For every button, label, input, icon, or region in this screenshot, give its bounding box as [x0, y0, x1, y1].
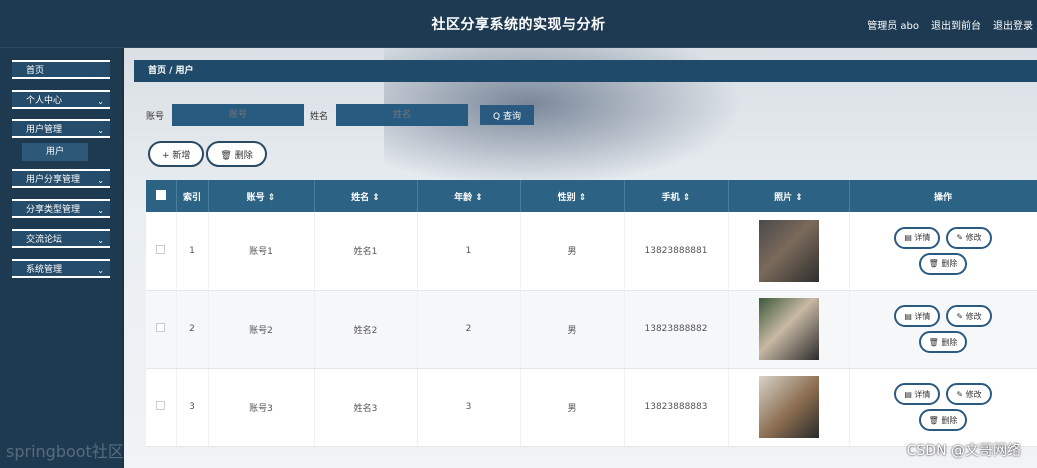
cell-phone: 13823888882 [624, 290, 729, 369]
sidebar-item-label: 用户管理 [26, 125, 63, 135]
sidebar-item-label: 个人中心 [26, 96, 63, 106]
bulk-delete-button[interactable]: 🗑 删除 [206, 141, 267, 167]
user-table: 索引 账号 ⇕ 姓名 ⇕ 年龄 ⇕ 性别 ⇕ 手机 ⇕ 照片 ⇕ 操作 1 账号… [146, 180, 1037, 447]
cell-gender: 男 [520, 212, 625, 291]
exit-to-frontend-link[interactable]: 退出到前台 [931, 17, 981, 32]
chevron-down-icon: ⌄ [97, 126, 104, 135]
column-header-age[interactable]: 年龄 ⇕ [417, 180, 521, 212]
edit-button[interactable]: ✎ 修改 [946, 226, 992, 249]
sidebar-item-label: 用户分享管理 [26, 175, 81, 185]
main-content: 首页 / 用户 账号 姓名 Q 查询 + 新增 🗑 删除 索引 账号 ⇕ 姓名 … [124, 48, 1037, 468]
sidebar-item-user-management[interactable]: 用户管理 ⌄ [12, 119, 110, 138]
table-header-row: 索引 账号 ⇕ 姓名 ⇕ 年龄 ⇕ 性别 ⇕ 手机 ⇕ 照片 ⇕ 操作 [146, 180, 1037, 212]
column-header-gender[interactable]: 性别 ⇕ [520, 180, 625, 212]
top-bar: 社区分享系统的实现与分析 管理员 abo 退出到前台 退出登录 [0, 0, 1037, 48]
cell-account: 账号1 [208, 212, 315, 291]
sidebar-item-forum[interactable]: 交流论坛 ⌄ [12, 229, 110, 248]
cell-index: 2 [176, 290, 209, 369]
sidebar-item-label: 分享类型管理 [26, 205, 81, 215]
sidebar-subitem-users[interactable]: 用户 [22, 143, 88, 161]
column-header-account[interactable]: 账号 ⇕ [208, 180, 315, 212]
chevron-down-icon: ⌄ [97, 97, 104, 106]
row-checkbox[interactable] [156, 323, 166, 332]
sidebar-item-profile[interactable]: 个人中心 ⌄ [12, 90, 110, 109]
sidebar: 首页 个人中心 ⌄ 用户管理 ⌄ 用户 用户分享管理 ⌄ 分享类型管理 ⌄ 交流… [0, 48, 122, 468]
detail-button[interactable]: ▤ 详情 [894, 226, 941, 249]
cell-name: 姓名2 [314, 290, 418, 369]
user-photo[interactable] [758, 376, 819, 438]
watermark-left: springboot社区 [6, 442, 124, 461]
table-row: 3 账号3 姓名3 3 男 13823888883 ▤ 详情 ✎ 修改 🗑 删除 [146, 368, 1037, 447]
sidebar-subitem-label: 用户 [45, 147, 64, 157]
sidebar-item-user-share-management[interactable]: 用户分享管理 ⌄ [12, 169, 110, 188]
delete-button[interactable]: 🗑 删除 [918, 409, 968, 431]
chevron-down-icon: ⌄ [97, 266, 104, 275]
detail-button[interactable]: ▤ 详情 [894, 383, 941, 405]
name-search-input[interactable] [336, 104, 469, 126]
table-row: 1 账号1 姓名1 1 男 13823888881 ▤ 详情 ✎ 修改 🗑 删除 [146, 212, 1037, 291]
edit-button[interactable]: ✎ 修改 [946, 305, 992, 327]
cell-index: 1 [176, 212, 209, 291]
cell-photo [728, 368, 850, 447]
sidebar-item-home[interactable]: 首页 [12, 60, 110, 79]
cell-age: 1 [417, 212, 521, 291]
cell-age: 3 [417, 368, 521, 447]
sidebar-item-label: 首页 [26, 66, 45, 76]
breadcrumb: 首页 / 用户 [134, 60, 1037, 82]
add-button[interactable]: + 新增 [148, 141, 205, 167]
cell-name: 姓名1 [314, 212, 418, 291]
select-all-header[interactable] [146, 180, 177, 212]
column-header-photo[interactable]: 照片 ⇕ [728, 180, 850, 212]
chevron-down-icon: ⌄ [97, 176, 104, 185]
cell-phone: 13823888881 [624, 212, 729, 291]
row-checkbox[interactable] [156, 401, 166, 410]
cell-phone: 13823888883 [624, 368, 729, 447]
account-search-input[interactable] [172, 104, 305, 126]
cell-account: 账号3 [208, 368, 315, 447]
search-button[interactable]: Q 查询 [480, 105, 535, 125]
cell-account: 账号2 [208, 290, 315, 369]
row-checkbox[interactable] [156, 244, 166, 254]
cell-photo [728, 212, 850, 291]
cell-actions: ▤ 详情 ✎ 修改 🗑 删除 [849, 368, 1037, 447]
column-header-phone[interactable]: 手机 ⇕ [624, 180, 729, 212]
sidebar-item-label: 系统管理 [26, 265, 63, 275]
cell-actions: ▤ 详情 ✎ 修改 🗑 删除 [849, 290, 1037, 369]
cell-index: 3 [176, 368, 209, 447]
chevron-down-icon: ⌄ [97, 236, 104, 245]
admin-label: 管理员 abo [867, 21, 919, 32]
user-photo[interactable] [758, 219, 819, 282]
user-photo[interactable] [758, 298, 819, 360]
column-header-index: 索引 [176, 180, 209, 212]
edit-button[interactable]: ✎ 修改 [946, 383, 992, 405]
cell-age: 2 [417, 290, 521, 369]
delete-button[interactable]: 🗑 删除 [918, 331, 968, 353]
column-header-actions: 操作 [849, 180, 1037, 212]
search-row: 账号 姓名 Q 查询 [146, 104, 535, 126]
sidebar-item-system-management[interactable]: 系统管理 ⌄ [12, 259, 110, 278]
logout-link[interactable]: 退出登录 [993, 17, 1033, 32]
watermark-right: CSDN @文哥网络 [906, 443, 1021, 459]
action-row: + 新增 🗑 删除 [148, 141, 267, 167]
account-label: 账号 [146, 111, 165, 122]
cell-actions: ▤ 详情 ✎ 修改 🗑 删除 [849, 212, 1037, 291]
sidebar-item-label: 交流论坛 [26, 235, 63, 245]
sidebar-item-share-type-management[interactable]: 分享类型管理 ⌄ [12, 199, 110, 218]
cell-gender: 男 [520, 368, 625, 447]
detail-button[interactable]: ▤ 详情 [894, 305, 941, 327]
table-row: 2 账号2 姓名2 2 男 13823888882 ▤ 详情 ✎ 修改 🗑 删除 [146, 290, 1037, 369]
chevron-down-icon: ⌄ [97, 206, 104, 215]
top-links: 管理员 abo 退出到前台 退出登录 [867, 17, 1033, 32]
cell-gender: 男 [520, 290, 625, 369]
name-label: 姓名 [310, 111, 329, 122]
select-all-checkbox[interactable] [155, 189, 166, 200]
column-header-name[interactable]: 姓名 ⇕ [314, 180, 418, 212]
cell-name: 姓名3 [314, 368, 418, 447]
delete-button[interactable]: 🗑 删除 [918, 252, 968, 275]
cell-photo [728, 290, 850, 369]
